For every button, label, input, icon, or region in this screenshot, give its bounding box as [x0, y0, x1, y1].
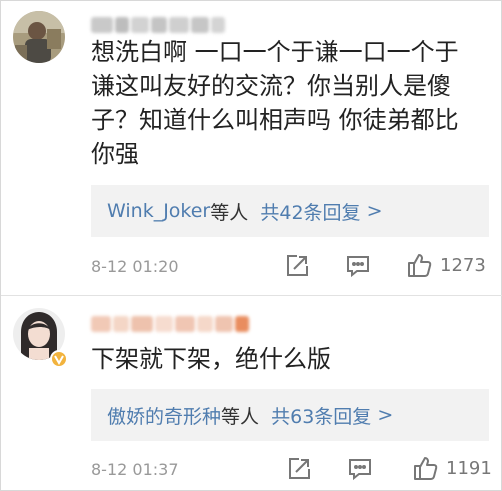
reply-summary[interactable]: Wink_Joker 等人 共42条回复 >	[91, 185, 489, 237]
share-icon	[289, 458, 310, 479]
reply-users[interactable]: Wink_Joker	[107, 200, 210, 222]
reply-arrow[interactable]: >	[377, 404, 393, 426]
comment-item: 下架就下架，绝什么版 傲娇的奇形种 等人 共63条回复 > 8-12 01:37…	[1, 296, 502, 491]
reply-summary[interactable]: 傲娇的奇形种 等人 共63条回复 >	[91, 389, 489, 441]
like-count: 1273	[440, 254, 486, 276]
comment-text: 想洗白啊 一口一个于谦一口一个于谦这叫友好的交流？你当别人是傻子？知道什么叫相声…	[91, 38, 459, 168]
reply-users-suffix: 等人	[221, 405, 260, 428]
reply-count[interactable]: 共63条回复	[271, 402, 371, 429]
comment-text: 下架就下架，绝什么版	[91, 345, 331, 373]
comment-button[interactable]	[347, 456, 373, 482]
comment-list: 想洗白啊 一口一个于谦一口一个于谦这叫友好的交流？你当别人是傻子？知道什么叫相声…	[0, 0, 502, 491]
reply-count[interactable]: 共42条回复	[260, 198, 360, 225]
comment-time: 8-12 01:20	[91, 257, 179, 276]
verified-badge	[50, 350, 68, 368]
comment-icon	[349, 459, 371, 481]
reply-users[interactable]: 傲娇的奇形种	[107, 402, 221, 429]
like-icon	[408, 254, 432, 277]
like-count: 1191	[446, 457, 492, 479]
username-blurred[interactable]	[91, 15, 225, 35]
share-button[interactable]	[286, 456, 312, 482]
share-icon	[287, 255, 308, 276]
username-blurred[interactable]	[91, 314, 249, 334]
comment-item: 想洗白啊 一口一个于谦一口一个于谦这叫友好的交流？你当别人是傻子？知道什么叫相声…	[1, 1, 502, 301]
verified-icon	[54, 355, 64, 366]
like-button[interactable]: 1191	[412, 454, 492, 482]
comment-time: 8-12 01:37	[91, 460, 179, 479]
share-button[interactable]	[284, 253, 310, 279]
reply-users-suffix: 等人	[210, 201, 249, 224]
like-button[interactable]: 1273	[406, 251, 486, 279]
avatar[interactable]	[13, 11, 65, 63]
like-icon	[414, 457, 438, 480]
comment-button[interactable]	[345, 253, 371, 279]
reply-arrow[interactable]: >	[367, 200, 383, 222]
comment-icon	[347, 256, 369, 278]
